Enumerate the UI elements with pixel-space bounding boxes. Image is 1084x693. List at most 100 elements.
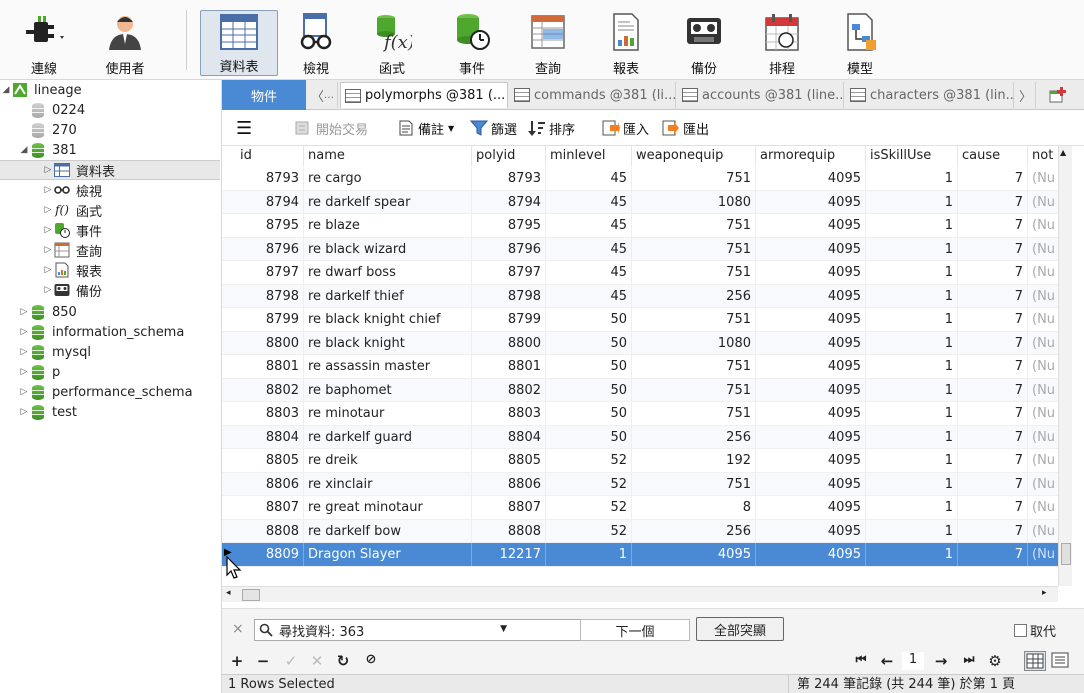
expand-arrow-icon[interactable]: ▷ <box>42 285 54 295</box>
tree-node-events[interactable]: ▷ 事件 <box>0 220 220 240</box>
cell-polyid[interactable]: 8801 <box>472 355 546 378</box>
cell-armorequip[interactable]: 4095 <box>756 190 866 214</box>
cell-cause[interactable]: 7 <box>958 214 1028 237</box>
cell-armorequip[interactable]: 4095 <box>756 449 866 472</box>
cell-name[interactable]: re black knight <box>304 331 472 355</box>
cell-minlevel[interactable]: 50 <box>546 308 632 331</box>
cell-cause[interactable]: 7 <box>958 261 1028 284</box>
table-row[interactable]: 8802 re baphomet 8802 50 751 4095 1 7 (Nu <box>222 378 1068 402</box>
expand-arrow-icon[interactable]: ▷ <box>18 367 30 377</box>
horizontal-scroll-thumb[interactable] <box>242 589 260 601</box>
table-row[interactable]: 8796 re black wizard 8796 45 751 4095 1 7 (Nu <box>222 237 1068 261</box>
table-row[interactable]: 8799 re black knight chief 8799 50 751 4095 1 7… <box>222 308 1068 332</box>
cell-id[interactable]: 8806 <box>236 472 304 496</box>
table-row[interactable]: 8801 re assassin master 8801 50 751 4095 1 7 (Nu <box>222 355 1068 379</box>
table-row[interactable]: 8800 re black knight 8800 50 1080 4095 1 7 (Nu <box>222 331 1068 355</box>
expand-arrow-icon[interactable]: ▷ <box>42 245 54 255</box>
cell-name[interactable]: Dragon Slayer <box>304 543 472 566</box>
cell-isskilluse[interactable]: 1 <box>866 355 958 378</box>
tab-scroll-right[interactable]: 〉 <box>1016 82 1036 108</box>
cell-weaponequip[interactable]: 256 <box>632 425 756 449</box>
cell-weaponequip[interactable]: 751 <box>632 402 756 425</box>
cell-name[interactable]: re darkelf guard <box>304 425 472 449</box>
cell-isskilluse[interactable]: 1 <box>866 167 958 190</box>
begin-transaction-button[interactable]: 開始交易 <box>294 118 368 138</box>
cell-isskilluse[interactable]: 1 <box>866 261 958 284</box>
cell-minlevel[interactable]: 45 <box>546 284 632 308</box>
cell-isskilluse[interactable]: 1 <box>866 237 958 261</box>
cell-weaponequip[interactable]: 4095 <box>632 543 756 566</box>
refresh-icon[interactable]: ↻ <box>334 652 352 670</box>
add-record-icon[interactable]: + <box>228 652 246 670</box>
cell-name[interactable]: re minotaur <box>304 402 472 425</box>
table-row[interactable]: 8795 re blaze 8795 45 751 4095 1 7 (Nu <box>222 214 1068 238</box>
last-page-icon[interactable]: ⏭ <box>960 652 978 667</box>
cell-id[interactable]: 8800 <box>236 331 304 355</box>
cell-polyid[interactable]: 8808 <box>472 519 546 543</box>
export-button[interactable]: 匯出 <box>662 118 709 138</box>
find-next-button[interactable]: 下一個 <box>580 619 690 641</box>
cell-polyid[interactable]: 8800 <box>472 331 546 355</box>
tab-polymorphs[interactable]: polymorphs @381 (... <box>340 82 508 108</box>
cell-minlevel[interactable]: 50 <box>546 378 632 402</box>
cell-armorequip[interactable]: 4095 <box>756 472 866 496</box>
cell-polyid[interactable]: 8795 <box>472 214 546 237</box>
cell-isskilluse[interactable]: 1 <box>866 214 958 237</box>
tab-accounts[interactable]: accounts @381 (line... <box>678 82 844 108</box>
vertical-scrollbar[interactable]: ▲ <box>1058 146 1072 586</box>
grid-view-toggle[interactable] <box>1024 651 1046 671</box>
cell-name[interactable]: re dwarf boss <box>304 261 472 284</box>
tab-objects[interactable]: 物件 <box>222 80 306 110</box>
cell-armorequip[interactable]: 4095 <box>756 543 866 566</box>
replace-toggle[interactable]: 取代 <box>1014 621 1056 640</box>
cell-name[interactable]: re darkelf thief <box>304 284 472 308</box>
find-input[interactable]: 尋找資料: 363 ▼ <box>254 619 600 641</box>
tree-node-views[interactable]: ▷ 檢視 <box>0 180 220 200</box>
cell-armorequip[interactable]: 4095 <box>756 378 866 402</box>
cell-cause[interactable]: 7 <box>958 331 1028 355</box>
cell-polyid[interactable]: 8805 <box>472 449 546 472</box>
cell-polyid[interactable]: 8797 <box>472 261 546 284</box>
user-button[interactable]: 使用者 <box>94 6 156 77</box>
event-button[interactable]: 事件 <box>446 6 498 77</box>
cell-minlevel[interactable]: 45 <box>546 190 632 214</box>
cell-polyid[interactable]: 8794 <box>472 190 546 214</box>
scroll-right-icon[interactable]: ▸ <box>1042 588 1047 598</box>
expand-arrow-icon[interactable]: ▷ <box>18 347 30 357</box>
cell-id[interactable]: 8807 <box>236 496 304 519</box>
column-header-weaponequip[interactable]: weaponequip <box>632 146 756 166</box>
cell-polyid[interactable]: 8793 <box>472 167 546 190</box>
page-number-input[interactable]: 1 <box>902 652 924 670</box>
tree-db-mysql[interactable]: ▷ mysql <box>0 342 220 362</box>
tree-node-tables[interactable]: ▷ 資料表 <box>0 160 220 180</box>
view-button[interactable]: 檢視 <box>290 6 342 77</box>
cell-isskilluse[interactable]: 1 <box>866 284 958 308</box>
cell-weaponequip[interactable]: 192 <box>632 449 756 472</box>
collapse-arrow-icon[interactable]: ◢ <box>18 145 30 155</box>
cell-minlevel[interactable]: 52 <box>546 519 632 543</box>
table-row[interactable]: 8808 re darkelf bow 8808 52 256 4095 1 7 (Nu <box>222 519 1068 543</box>
cell-name[interactable]: re blaze <box>304 214 472 237</box>
cell-isskilluse[interactable]: 1 <box>866 543 958 566</box>
cell-id[interactable]: 8794 <box>236 190 304 214</box>
cell-isskilluse[interactable]: 1 <box>866 496 958 519</box>
cell-isskilluse[interactable]: 1 <box>866 190 958 214</box>
horizontal-scrollbar[interactable]: ◂ ▸ <box>222 586 1058 602</box>
tab-characters[interactable]: characters @381 (lin... <box>846 82 1014 108</box>
tree-db-p[interactable]: ▷ p <box>0 362 220 382</box>
cell-polyid[interactable]: 8798 <box>472 284 546 308</box>
cell-id[interactable]: 8793 <box>236 167 304 190</box>
cell-cause[interactable]: 7 <box>958 402 1028 425</box>
cell-cause[interactable]: 7 <box>958 308 1028 331</box>
cell-id[interactable]: 8797 <box>236 261 304 284</box>
cell-minlevel[interactable]: 50 <box>546 331 632 355</box>
cell-isskilluse[interactable]: 1 <box>866 331 958 355</box>
expand-arrow-icon[interactable]: ▷ <box>18 307 30 317</box>
menu-icon[interactable]: ☰ <box>236 118 252 139</box>
cell-isskilluse[interactable]: 1 <box>866 378 958 402</box>
table-row[interactable]: 8797 re dwarf boss 8797 45 751 4095 1 7 (Nu <box>222 261 1068 285</box>
table-row[interactable]: 8807 re great minotaur 8807 52 8 4095 1 7 (Nu <box>222 496 1068 520</box>
settings-gear-icon[interactable]: ⚙ <box>986 652 1004 670</box>
cell-minlevel[interactable]: 50 <box>546 402 632 425</box>
cell-isskilluse[interactable]: 1 <box>866 449 958 472</box>
